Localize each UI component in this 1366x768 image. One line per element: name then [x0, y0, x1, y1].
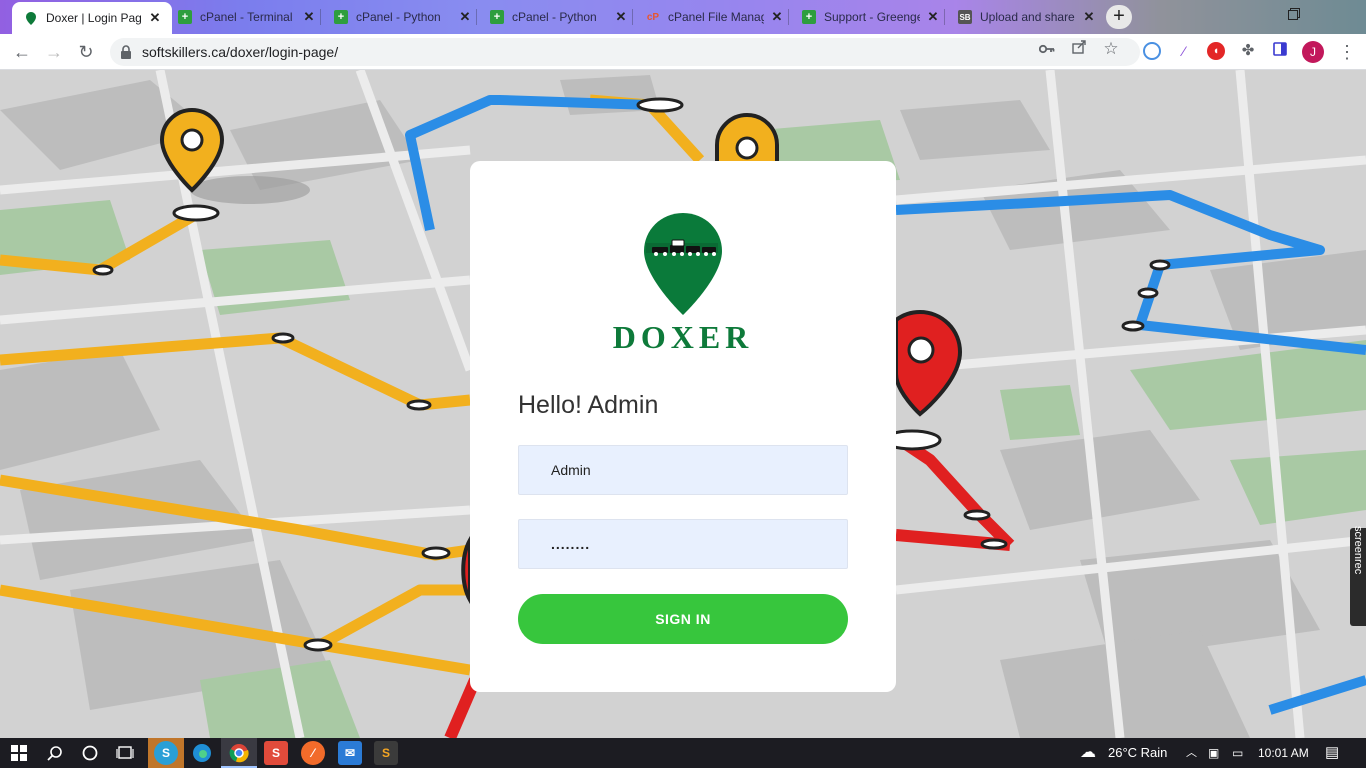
tab-cpanel-file-manager[interactable]: cP cPanel File Manager ✕	[634, 2, 794, 32]
browser-toolbar: ← → ↻ softskillers.ca/doxer/login-page/ …	[0, 34, 1366, 70]
task-view-icon[interactable]	[114, 742, 136, 764]
notification-icon[interactable]: ▤	[1325, 738, 1339, 768]
back-arrow-icon[interactable]: ←	[10, 41, 34, 63]
tab-cpanel-terminal[interactable]: + cPanel - Terminal ✕	[166, 2, 326, 32]
tab-title: cPanel - Python	[512, 10, 597, 24]
shield-extension-icon[interactable]: ◖	[1207, 42, 1225, 60]
tab-title: cPanel File Manager	[668, 10, 764, 24]
tab-separator	[320, 9, 321, 25]
tab-separator	[632, 9, 633, 25]
search-icon[interactable]	[44, 742, 66, 764]
username-input[interactable]	[519, 446, 847, 494]
page-content: screenrec DOXER Hello! Admin Admin .....…	[0, 70, 1366, 738]
tab-cpanel-python[interactable]: + cPanel - Python ✕	[322, 2, 482, 32]
reload-icon[interactable]: ↻	[74, 41, 98, 63]
close-tab-icon[interactable]: ✕	[926, 9, 940, 25]
tab-title: cPanel - Terminal	[200, 10, 293, 24]
extension-circle-icon[interactable]	[1143, 42, 1161, 60]
puzzle-extensions-icon[interactable]: ✤	[1239, 42, 1257, 60]
sign-in-button[interactable]: SIGN IN	[518, 594, 848, 644]
password-input[interactable]	[519, 520, 847, 568]
login-greeting: Hello! Admin	[518, 391, 659, 419]
plus-icon: +	[490, 10, 504, 24]
browser-tab-bar: Doxer | Login Page ✕ + cPanel - Terminal…	[0, 0, 1366, 34]
close-tab-icon[interactable]: ✕	[302, 9, 316, 25]
screenrec-label: screenrec	[1352, 526, 1364, 575]
plus-icon: +	[334, 10, 348, 24]
username-field[interactable]	[518, 445, 848, 495]
window-restore-icon[interactable]	[1288, 8, 1302, 22]
close-tab-icon[interactable]: ✕	[1082, 9, 1096, 25]
windows-start-icon[interactable]	[8, 742, 30, 764]
key-icon[interactable]	[1038, 40, 1056, 58]
url-text: softskillers.ca/doxer/login-page/	[142, 44, 339, 60]
close-tab-icon[interactable]: ✕	[148, 10, 162, 26]
profile-avatar[interactable]: J	[1302, 41, 1324, 63]
forward-arrow-icon[interactable]: →	[42, 41, 66, 63]
tab-title: Upload and share	[980, 10, 1075, 24]
close-tab-icon[interactable]: ✕	[458, 9, 472, 25]
clock-time[interactable]: 10:01 AM	[1258, 738, 1309, 768]
brand-wordmark: DOXER	[612, 319, 754, 355]
chrome-app-icon[interactable]	[227, 741, 251, 765]
address-bar[interactable]: softskillers.ca/doxer/login-page/	[110, 38, 1140, 66]
sublime-app-icon[interactable]: S	[374, 741, 398, 765]
map-pin-icon	[24, 11, 38, 25]
login-card: DOXER Hello! Admin SIGN IN	[470, 161, 896, 692]
star-bookmark-icon[interactable]: ☆	[1102, 40, 1120, 58]
edge-app-icon[interactable]	[190, 741, 214, 765]
tab-upload-and-share[interactable]: SB Upload and share ✕	[946, 2, 1106, 32]
weather-text[interactable]: 26°C Rain	[1108, 738, 1167, 768]
mail-app-icon[interactable]: ✉	[338, 741, 362, 765]
pen-extension-icon[interactable]: ⁄	[1175, 42, 1193, 60]
windows-taskbar: S S ⁄ ✉ S ☁ 26°C Rain ︿ ▣ ▭ 10:01 AM ▤	[0, 738, 1366, 768]
plus-icon: +	[178, 10, 192, 24]
network-icon[interactable]: ▣	[1208, 738, 1219, 768]
tab-title: Doxer | Login Page	[46, 11, 142, 25]
password-field[interactable]	[518, 519, 848, 569]
weather-cloud-icon[interactable]: ☁	[1080, 738, 1096, 768]
tab-separator	[788, 9, 789, 25]
postman-app-icon[interactable]: ⁄	[301, 741, 325, 765]
chevron-up-icon[interactable]: ︿	[1186, 738, 1197, 768]
tab-support-greengeeks[interactable]: + Support - Greengeeks ✕	[790, 2, 950, 32]
close-tab-icon[interactable]: ✕	[614, 9, 628, 25]
share-icon[interactable]	[1070, 40, 1088, 58]
plus-icon: +	[802, 10, 816, 24]
close-tab-icon[interactable]: ✕	[770, 9, 784, 25]
tab-doxer-login[interactable]: Doxer | Login Page ✕	[12, 2, 172, 34]
screenrec-tab[interactable]: screenrec	[1350, 526, 1366, 626]
tab-separator	[476, 9, 477, 25]
sb-icon: SB	[958, 10, 972, 24]
side-panel-icon[interactable]	[1271, 42, 1289, 60]
more-menu-icon[interactable]: ⋮	[1338, 42, 1356, 62]
doxer-logo-icon	[642, 211, 724, 322]
lock-icon	[120, 45, 132, 59]
wps-app-icon[interactable]: S	[264, 741, 288, 765]
tab-separator	[944, 9, 945, 25]
display-icon[interactable]: ▭	[1232, 738, 1243, 768]
skype-app-icon[interactable]: S	[154, 741, 178, 765]
cpanel-icon: cP	[646, 11, 660, 23]
cortana-icon[interactable]	[79, 742, 101, 764]
tab-cpanel-python-2[interactable]: + cPanel - Python ✕	[478, 2, 638, 32]
tab-title: Support - Greengeeks	[824, 10, 920, 24]
tab-title: cPanel - Python	[356, 10, 441, 24]
new-tab-button[interactable]: +	[1106, 5, 1132, 29]
